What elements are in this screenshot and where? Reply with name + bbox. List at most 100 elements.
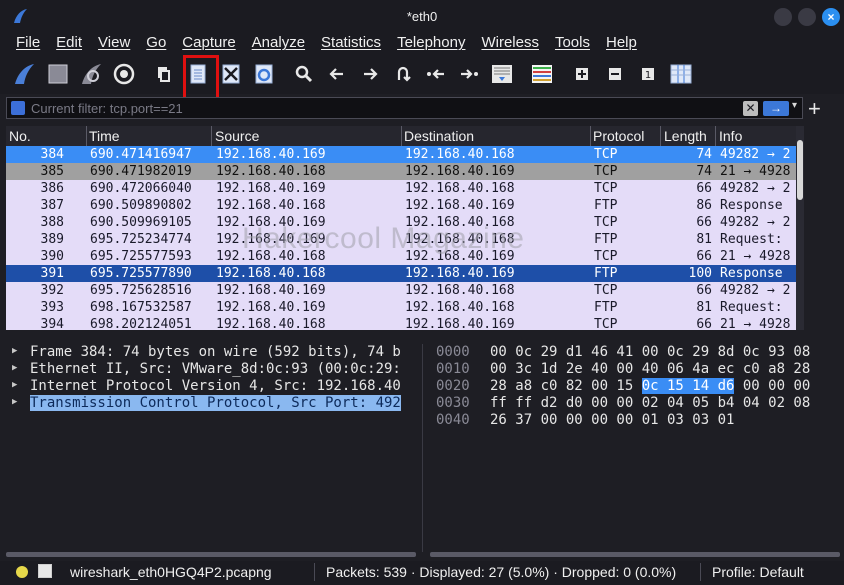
menu-capture[interactable]: Capture [174, 32, 243, 56]
bytes-hex[interactable]: 00 0c 29 d1 46 41 00 0c 29 8d 0c 93 08 [490, 344, 810, 360]
packet-row[interactable]: 391 695.725577890 192.168.40.168 192.168.40… [6, 265, 796, 282]
bytes-hex-segment: 26 37 00 00 00 00 01 03 03 01 [490, 412, 735, 428]
status-profile[interactable]: Profile: Default [712, 564, 804, 580]
bytes-hex-segment: 28 a8 c0 82 00 15 [490, 378, 642, 394]
status-bar: wireshark_eth0HGQ4P2.pcapng Packets: 539… [0, 561, 844, 585]
details-hscrollbar[interactable] [6, 552, 422, 558]
packet-length-cell: 66 [696, 283, 712, 298]
packet-list-scrollbar[interactable] [796, 126, 804, 330]
packet-row[interactable]: 384 690.471416947 192.168.40.169 192.168.40… [6, 146, 796, 163]
menu-telephony[interactable]: Telephony [389, 32, 473, 56]
menu-wireless[interactable]: Wireless [473, 32, 547, 56]
expand-arrow-icon[interactable]: ▶ [12, 363, 17, 373]
open-file-icon[interactable] [152, 62, 176, 86]
bytes-hex[interactable]: 00 3c 1d 2e 40 00 40 06 4a ec c0 a8 28 [490, 361, 810, 377]
add-filter-button[interactable]: + [808, 96, 821, 122]
expert-info-led-icon[interactable] [16, 566, 28, 578]
packet-length-cell: 66 [696, 317, 712, 330]
bytes-hscrollbar[interactable] [430, 552, 844, 558]
column-header-no[interactable]: No. [9, 128, 31, 144]
packet-bytes-pane: 0000 00 0c 29 d1 46 41 00 0c 29 8d 0c 93 … [430, 344, 844, 552]
bytes-hex-segment: ff ff d2 d0 00 00 02 04 05 b4 04 02 08 [490, 395, 811, 411]
column-header-destination[interactable]: Destination [404, 128, 474, 144]
bytes-offset: 0030 [436, 395, 470, 411]
reload-file-icon[interactable] [252, 62, 276, 86]
save-file-icon[interactable] [186, 62, 210, 86]
detail-tree-item[interactable]: ▶ Frame 384: 74 bytes on wire (592 bits),… [6, 344, 422, 361]
expand-arrow-icon[interactable]: ▶ [12, 346, 17, 356]
normal-size-icon[interactable]: 1 [636, 62, 660, 86]
restart-fin-icon[interactable] [79, 62, 103, 86]
window-title: *eth0 [406, 9, 438, 24]
shark-fin-start-icon[interactable] [12, 62, 36, 86]
filter-bookmark-icon[interactable] [11, 101, 25, 115]
bytes-hex[interactable]: 28 a8 c0 82 00 15 0c 15 14 d6 00 00 00 [490, 378, 810, 394]
packet-row[interactable]: 389 695.725234774 192.168.40.169 192.168.40… [6, 231, 796, 248]
packet-row[interactable]: 385 690.471982019 192.168.40.168 192.168.40… [6, 163, 796, 180]
last-packet-icon[interactable] [457, 62, 481, 86]
menu-go[interactable]: Go [138, 32, 174, 56]
packet-row[interactable]: 394 698.202124051 192.168.40.168 192.168.40… [6, 316, 796, 330]
go-to-packet-icon[interactable] [391, 62, 415, 86]
menu-tools[interactable]: Tools [547, 32, 598, 56]
status-packet-counts: Packets: 539 · Displayed: 27 (5.0%) · Dr… [326, 564, 677, 580]
packet-row[interactable]: 392 695.725628516 192.168.40.169 192.168.40… [6, 282, 796, 299]
column-header-info[interactable]: Info [719, 128, 742, 144]
packet-row[interactable]: 393 698.167532587 192.168.40.169 192.168.40… [6, 299, 796, 316]
go-forward-icon[interactable] [358, 62, 382, 86]
menu-view[interactable]: View [90, 32, 138, 56]
resize-columns-icon[interactable] [669, 62, 693, 86]
maximize-button[interactable] [798, 8, 816, 26]
capture-comment-icon[interactable] [38, 564, 52, 578]
zoom-in-icon[interactable] [570, 62, 594, 86]
minimize-button[interactable] [774, 8, 792, 26]
bytes-hex[interactable]: 26 37 00 00 00 00 01 03 03 01 [490, 412, 734, 428]
detail-tree-item[interactable]: ▶ Ethernet II, Src: VMware_8d:0c:93 (00:0… [6, 361, 422, 378]
packet-info-cell: 49282 → 2 [720, 215, 791, 230]
detail-tree-item[interactable]: ▶ Internet Protocol Version 4, Src: 192.1… [6, 378, 422, 395]
expand-arrow-icon[interactable]: ▶ [12, 397, 17, 407]
packet-list-hscrollbar[interactable] [6, 330, 796, 338]
detail-tree-label: Internet Protocol Version 4, Src: 192.16… [30, 378, 401, 394]
close-file-icon[interactable] [219, 62, 243, 86]
find-packet-icon[interactable] [292, 62, 316, 86]
menu-analyze[interactable]: Analyze [244, 32, 313, 56]
details-bytes-splitter[interactable] [422, 344, 430, 552]
detail-tree-item[interactable]: ▶ Transmission Control Protocol, Src Port… [6, 395, 422, 412]
packet-info-cell: Response [720, 198, 783, 213]
apply-filter-button[interactable]: → [763, 101, 789, 116]
autoscroll-icon[interactable] [490, 62, 514, 86]
menu-help[interactable]: Help [598, 32, 645, 56]
svg-text:1: 1 [645, 70, 651, 81]
display-filter-input[interactable]: Current filter: tcp.port==21 [31, 101, 183, 116]
column-header-time[interactable]: Time [89, 128, 120, 144]
packet-row[interactable]: 390 695.725577593 192.168.40.168 192.168.40… [6, 248, 796, 265]
clear-filter-icon[interactable]: ✕ [743, 101, 758, 116]
filter-history-chevron-icon[interactable]: ▾ [792, 100, 797, 111]
packet-row[interactable]: 386 690.472066040 192.168.40.169 192.168.40… [6, 180, 796, 197]
go-back-icon[interactable] [325, 62, 349, 86]
stop-square-icon[interactable] [46, 62, 70, 86]
column-header-protocol[interactable]: Protocol [593, 128, 644, 144]
zoom-out-icon[interactable] [603, 62, 627, 86]
menu-edit[interactable]: Edit [48, 32, 90, 56]
packet-length-cell: 66 [696, 181, 712, 196]
column-header-source[interactable]: Source [215, 128, 259, 144]
column-header-length[interactable]: Length [664, 128, 707, 144]
packet-row[interactable]: 388 690.509969105 192.168.40.169 192.168.40… [6, 214, 796, 231]
main-toolbar: 1 [0, 56, 844, 94]
menu-file[interactable]: File [8, 32, 48, 56]
expand-arrow-icon[interactable]: ▶ [12, 380, 17, 390]
packet-row[interactable]: 387 690.509890802 192.168.40.168 192.168.40… [6, 197, 796, 214]
bytes-hex-segment: 00 0c 29 d1 46 41 00 0c 29 8d 0c 93 08 [490, 344, 811, 360]
capture-options-gear-icon[interactable] [112, 62, 136, 86]
colorize-icon[interactable] [530, 62, 554, 86]
packet-length-cell: 100 [688, 266, 712, 281]
first-packet-icon[interactable] [424, 62, 448, 86]
bytes-hex[interactable]: ff ff d2 d0 00 00 02 04 05 b4 04 02 08 [490, 395, 810, 411]
bytes-hex-segment: 00 3c 1d 2e 40 00 40 06 4a ec c0 a8 28 [490, 361, 811, 377]
bytes-offset: 0020 [436, 378, 470, 394]
close-window-button[interactable]: × [822, 8, 840, 26]
menu-statistics[interactable]: Statistics [313, 32, 389, 56]
detail-tree-label: Ethernet II, Src: VMware_8d:0c:93 (00:0c… [30, 361, 401, 377]
